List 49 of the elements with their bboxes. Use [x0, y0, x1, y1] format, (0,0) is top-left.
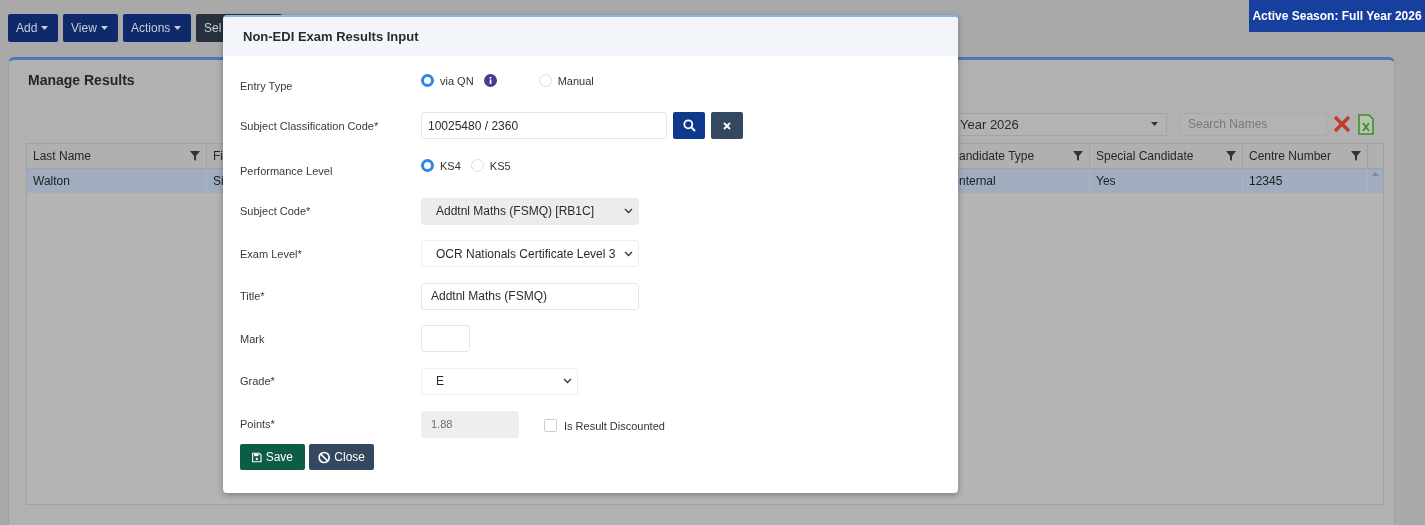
radio-option[interactable]: KS4: [421, 159, 461, 173]
dropdown-field[interactable]: OCR Nationals Certificate Level 3: [421, 240, 639, 268]
column-header[interactable]: Last Name: [27, 144, 207, 168]
clear-icon[interactable]: [1332, 114, 1352, 134]
filter-icon[interactable]: [190, 151, 200, 161]
close-button[interactable]: Close: [309, 444, 374, 471]
chevron-icon: [563, 378, 572, 385]
toolbar-button[interactable]: View: [63, 14, 118, 42]
filter-icon[interactable]: [1226, 151, 1236, 161]
radio-option[interactable]: KS5: [470, 159, 511, 173]
panel-title: Manage Results: [27, 71, 135, 90]
field-label: Entry Type: [240, 79, 294, 93]
text-field[interactable]: [421, 325, 470, 353]
chevron-icon: [624, 208, 633, 215]
search-button[interactable]: [673, 112, 705, 140]
field-label: Grade*: [240, 375, 276, 388]
column-header[interactable]: Special Candidate: [1090, 144, 1243, 168]
column-header[interactable]: Centre Number: [1243, 144, 1368, 168]
text-field[interactable]: Addtnl Maths (FSMQ): [421, 282, 639, 310]
field-label: Title*: [240, 290, 266, 303]
field-label: Exam Level*: [240, 247, 303, 260]
field-label: Subject Classification Code*: [240, 119, 380, 132]
season-badge: Active Season: Full Year 2026: [1249, 0, 1425, 32]
radio-option[interactable]: Manual: [538, 74, 594, 87]
search-field[interactable]: Search Names: [1179, 112, 1327, 136]
floppy-icon: [252, 451, 262, 463]
filter-icon[interactable]: [1073, 151, 1083, 161]
clear-button[interactable]: [711, 112, 743, 140]
radio-option[interactable]: via QN: [421, 74, 497, 87]
field-label: Performance Level: [240, 164, 334, 178]
field-label: Points*: [240, 418, 276, 431]
save-button[interactable]: Save: [240, 444, 305, 471]
info-icon[interactable]: [483, 74, 497, 87]
caret-icon: [1151, 122, 1158, 126]
toolbar-button[interactable]: Actions: [123, 14, 191, 42]
filter-icon[interactable]: [1351, 151, 1361, 161]
dialog-title: Non-EDI Exam Results Input: [243, 29, 419, 44]
toolbar-button[interactable]: Add: [8, 14, 58, 42]
search-icon: [682, 119, 696, 133]
chevron-icon: [624, 250, 633, 257]
dropdown-field[interactable]: E: [421, 367, 578, 395]
field-label: Mark: [240, 332, 266, 345]
table-cell: Yes: [1090, 169, 1243, 193]
field-label: Subject Code*: [240, 205, 312, 218]
code-field[interactable]: 10025480 / 2360: [421, 112, 667, 140]
ban-icon: [318, 450, 331, 464]
table-cell: 12345: [1243, 169, 1368, 193]
close-icon: [722, 120, 732, 131]
table-cell: Walton: [27, 169, 207, 193]
